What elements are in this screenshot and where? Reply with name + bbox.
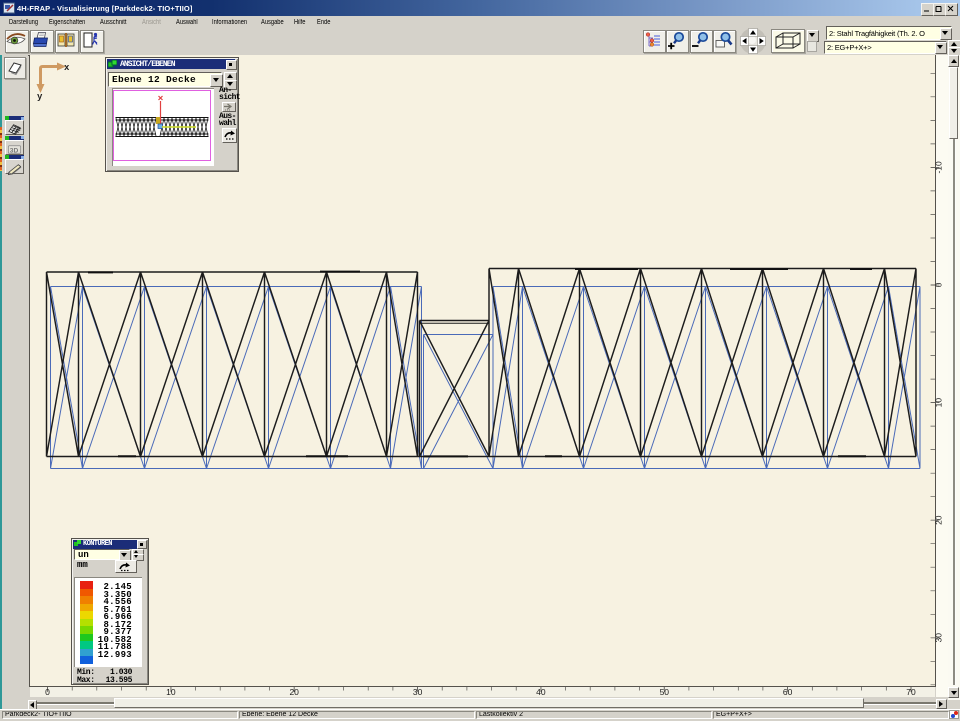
svg-text:-10: -10: [934, 161, 944, 174]
svg-text:10: 10: [934, 398, 944, 408]
svg-text:0: 0: [45, 687, 50, 697]
svg-text:50: 50: [660, 687, 670, 697]
svg-text:70: 70: [906, 687, 916, 697]
svg-text:0: 0: [934, 282, 944, 287]
svg-text:30: 30: [413, 687, 423, 697]
svg-text:10: 10: [166, 687, 176, 697]
svg-text:y: y: [37, 92, 43, 102]
svg-text:40: 40: [536, 687, 546, 697]
svg-text:20: 20: [934, 515, 944, 525]
svg-text:60: 60: [783, 687, 793, 697]
svg-text:20: 20: [289, 687, 299, 697]
svg-text:x: x: [64, 63, 70, 73]
svg-text:30: 30: [934, 633, 944, 643]
